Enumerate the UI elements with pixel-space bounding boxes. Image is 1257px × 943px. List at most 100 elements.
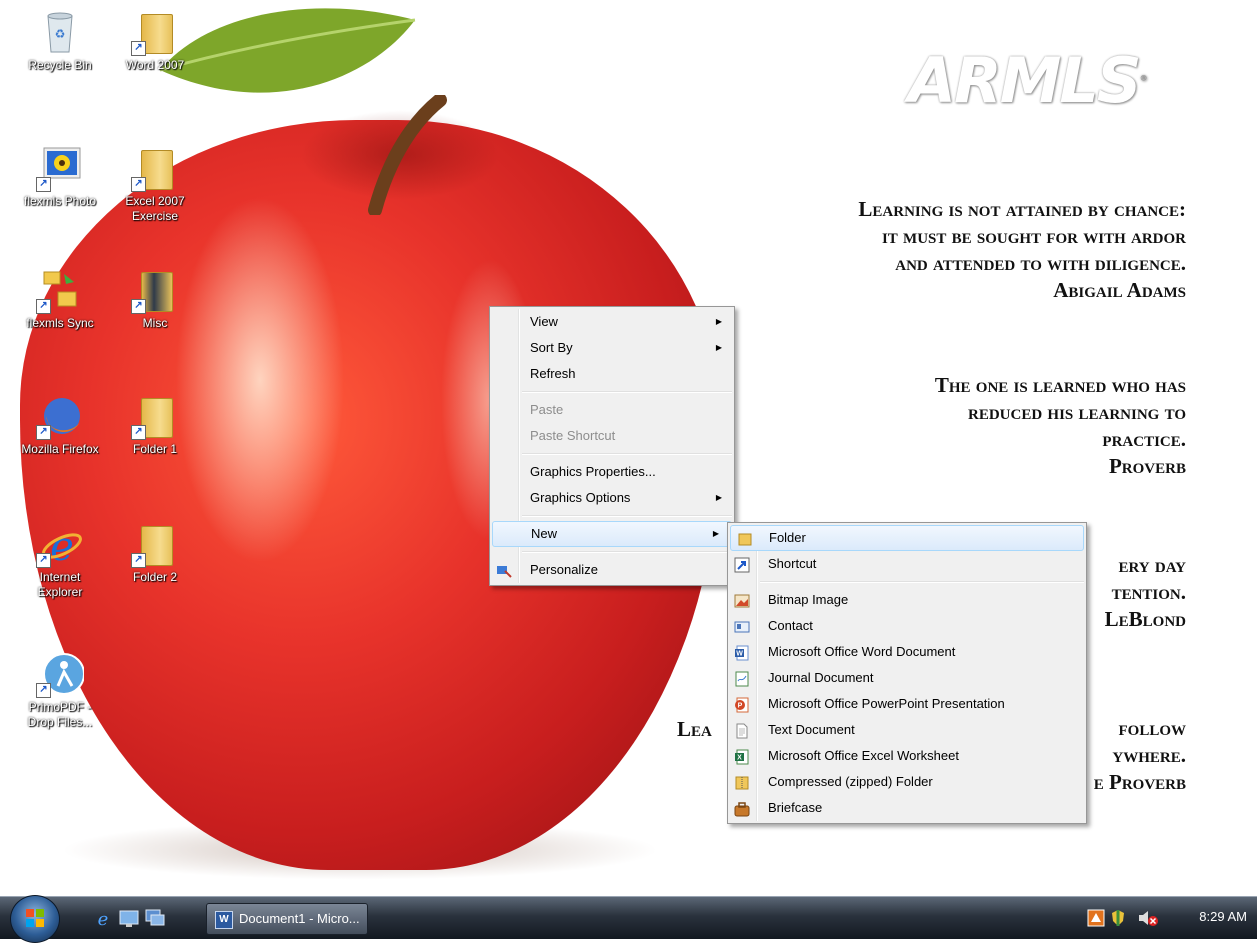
menu-item-paste-shortcut[interactable]: Paste Shortcut <box>490 423 734 449</box>
quote-2-line: practice. <box>1102 427 1186 451</box>
submenu-item-label: Compressed (zipped) Folder <box>768 774 933 789</box>
desktop-icon-label: Excel 2007 Exercise <box>125 194 185 223</box>
desktop-icon-excel-2007-exercise[interactable]: ↗ Excel 2007 Exercise <box>115 144 195 224</box>
word-doc-icon: W <box>734 644 750 661</box>
quote-1-line: Learning is not attained by chance: <box>858 197 1186 221</box>
submenu-item-compressed-folder[interactable]: Compressed (zipped) Folder <box>728 769 1086 795</box>
desktop-icon-misc[interactable]: ↗ Misc <box>115 266 195 331</box>
shortcut-arrow-icon: ↗ <box>36 425 51 440</box>
submenu-item-label: Text Document <box>768 722 855 737</box>
menu-item-graphics-options[interactable]: Graphics Options ▶ <box>490 485 734 511</box>
briefcase-icon <box>734 800 750 817</box>
desktop-icon-folder-1[interactable]: ↗ Folder 1 <box>115 392 195 457</box>
submenu-item-shortcut[interactable]: Shortcut <box>728 551 1086 577</box>
desktop-icon-mozilla-firefox[interactable]: ↗ Mozilla Firefox <box>20 392 100 457</box>
desktop-icon-flexmls-sync[interactable]: ↗ flexmls Sync <box>20 266 100 331</box>
submenu-item-label: Bitmap Image <box>768 592 849 607</box>
tray-security-icon[interactable] <box>1111 909 1125 927</box>
folder-icon: ↗ <box>131 266 179 314</box>
text-doc-icon <box>734 722 750 739</box>
submenu-item-excel-worksheet[interactable]: X Microsoft Office Excel Worksheet <box>728 743 1086 769</box>
desktop-icon-label: PrimoPDF - Drop Files... <box>27 700 93 729</box>
taskbar-button-document1[interactable]: W Document1 - Micro... <box>206 903 368 935</box>
armls-logo: ARMLS® <box>908 44 1148 117</box>
submenu-item-powerpoint-presentation[interactable]: P Microsoft Office PowerPoint Presentati… <box>728 691 1086 717</box>
submenu-item-text-document[interactable]: Text Document <box>728 717 1086 743</box>
desktop-icon-word-2007[interactable]: ↗ Word 2007 <box>115 8 195 73</box>
shortcut-arrow-icon: ↗ <box>131 177 146 192</box>
quote-4-left: Lea <box>677 717 712 741</box>
desktop-icon-label: flexmls Sync <box>26 316 94 330</box>
quote-3-line: ery day <box>1118 553 1186 577</box>
quote-3-author: LeBlond <box>1104 607 1186 631</box>
submenu-item-journal-document[interactable]: Journal Document <box>728 665 1086 691</box>
menu-item-sort-by[interactable]: Sort By ▶ <box>490 335 734 361</box>
system-tray: 8:29 AM <box>1077 897 1247 939</box>
shortcut-arrow-icon: ↗ <box>131 299 146 314</box>
quote-2-author: Proverb <box>1108 454 1186 478</box>
submenu-arrow-icon: ▶ <box>715 493 722 502</box>
menu-separator <box>522 515 732 517</box>
svg-text:X: X <box>737 755 742 762</box>
menu-item-label: Paste <box>530 402 564 417</box>
submenu-item-briefcase[interactable]: Briefcase <box>728 795 1086 821</box>
bitmap-icon <box>734 592 750 608</box>
submenu-item-label: Journal Document <box>768 670 874 685</box>
quote-4-line: follow <box>1118 716 1186 740</box>
desktop-icon-primopdf[interactable]: ↗ PrimoPDF - Drop Files... <box>20 650 100 730</box>
tray-app-icon[interactable] <box>1087 909 1105 927</box>
start-button[interactable] <box>10 895 60 943</box>
desktop[interactable]: ARMLS® Learning is not attained by chanc… <box>0 0 1257 896</box>
show-desktop-icon[interactable] <box>118 907 140 929</box>
menu-item-new[interactable]: New ▶ <box>492 521 732 547</box>
contact-icon <box>734 618 750 634</box>
menu-item-personalize[interactable]: Personalize <box>490 557 734 583</box>
quote-1-line: it must be sought for with ardor <box>881 224 1186 248</box>
menu-item-refresh[interactable]: Refresh <box>490 361 734 387</box>
quote-2: The one is learned who has reduced his l… <box>935 372 1186 480</box>
shortcut-arrow-icon: ↗ <box>36 177 51 192</box>
desktop-icon-internet-explorer[interactable]: e ↗ Internet Explorer <box>20 520 100 600</box>
personalize-icon <box>496 562 512 578</box>
shortcut-arrow-icon: ↗ <box>131 425 146 440</box>
folder-icon: ↗ <box>131 8 179 56</box>
submenu-arrow-icon: ▶ <box>712 529 719 538</box>
switch-windows-icon[interactable] <box>144 907 166 929</box>
submenu-item-folder[interactable]: Folder <box>730 525 1084 551</box>
submenu-item-bitmap-image[interactable]: Bitmap Image <box>728 587 1086 613</box>
menu-separator <box>522 453 732 455</box>
menu-item-graphics-properties[interactable]: Graphics Properties... <box>490 459 734 485</box>
quicklaunch-ie-icon[interactable]: e <box>92 907 114 929</box>
desktop-icon-label: Mozilla Firefox <box>21 442 99 456</box>
submenu-item-label: Briefcase <box>768 800 823 815</box>
submenu-arrow-icon: ▶ <box>715 317 722 326</box>
quote-4: follow ywhere. e Proverb <box>1094 715 1186 796</box>
shortcut-arrow-icon: ↗ <box>36 299 51 314</box>
clock[interactable]: 8:29 AM <box>1199 909 1247 924</box>
volume-muted-icon[interactable] <box>1137 909 1159 927</box>
submenu-arrow-icon: ▶ <box>715 343 722 352</box>
menu-item-paste[interactable]: Paste <box>490 397 734 423</box>
desktop-icon-flexmls-photo[interactable]: ↗ flexmls Photo <box>20 144 100 209</box>
wallpaper-stem <box>368 95 447 215</box>
menu-item-label: Graphics Properties... <box>530 464 656 479</box>
submenu-item-label: Microsoft Office PowerPoint Presentation <box>768 696 1005 711</box>
desktop-icon-folder-2[interactable]: ↗ Folder 2 <box>115 520 195 585</box>
word-app-icon: W <box>215 911 233 929</box>
desktop-context-menu: View ▶ Sort By ▶ Refresh Paste Paste Short… <box>489 306 735 586</box>
quote-1: Learning is not attained by chance: it m… <box>858 196 1186 304</box>
svg-text:e: e <box>98 909 109 929</box>
submenu-item-label: Contact <box>768 618 813 633</box>
folder-icon: ↗ <box>131 520 179 568</box>
menu-item-label: View <box>530 314 558 329</box>
desktop-icon-recycle-bin[interactable]: ♻ Recycle Bin <box>20 8 100 73</box>
submenu-item-contact[interactable]: Contact <box>728 613 1086 639</box>
menu-item-view[interactable]: View ▶ <box>490 309 734 335</box>
desktop-icon-label: Word 2007 <box>125 58 185 72</box>
menu-separator <box>522 391 732 393</box>
menu-item-label: Sort By <box>530 340 573 355</box>
journal-icon <box>734 670 750 687</box>
internet-explorer-icon: e ↗ <box>36 520 84 570</box>
shortcut-icon <box>734 556 750 573</box>
submenu-item-word-document[interactable]: W Microsoft Office Word Document <box>728 639 1086 665</box>
